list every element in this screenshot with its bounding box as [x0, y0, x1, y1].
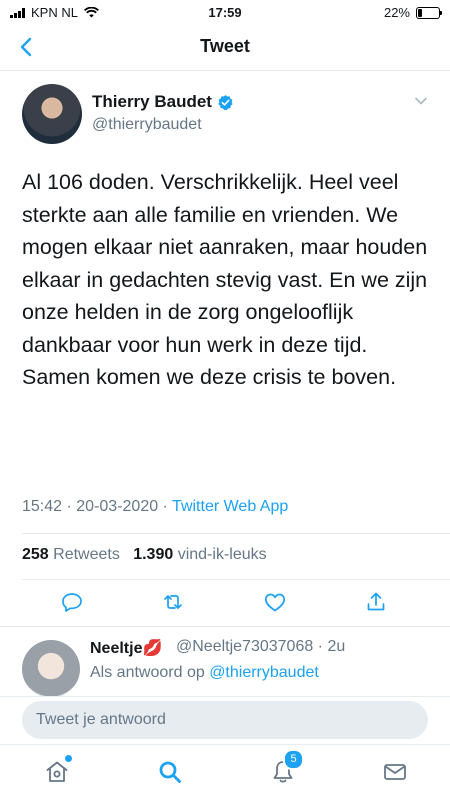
tweet-text: Al 106 doden. Verschrikkelijk. Heel veel…	[22, 170, 428, 389]
navigation-bar: Tweet	[0, 26, 450, 71]
home-icon	[46, 761, 68, 782]
author-avatar[interactable]	[22, 84, 82, 144]
clock: 17:59	[208, 5, 242, 20]
author-handle[interactable]: @thierrybaudet	[92, 116, 202, 134]
lips-emoji-icon: 💋	[142, 640, 163, 657]
reply-handle-row: @Neeltje73037068 · 2u	[176, 638, 345, 656]
meta-separator: ·	[62, 498, 77, 515]
tweet-time: 15:42	[22, 498, 63, 515]
reply-composer: Tweet je antwoord	[0, 696, 450, 745]
reply-mention-link[interactable]: @thierrybaudet	[209, 664, 319, 681]
battery-fill	[418, 8, 422, 17]
page-title: Tweet	[200, 36, 250, 56]
reply-avatar[interactable]	[22, 640, 80, 698]
status-right: 22%	[383, 5, 442, 20]
author-name-row[interactable]: Thierry Baudet	[92, 92, 234, 112]
reply-age: · 2u	[313, 638, 346, 655]
mail-icon	[384, 764, 406, 780]
likes-count: 1.390	[133, 546, 174, 563]
tweet-actions	[0, 590, 450, 620]
meta-separator: ·	[158, 498, 173, 515]
tab-messages[interactable]	[382, 759, 408, 785]
author-name: Thierry Baudet	[92, 92, 212, 111]
reply-handle: @Neeltje73037068	[176, 638, 314, 655]
reply-context-prefix: Als antwoord op	[90, 664, 210, 681]
tab-search[interactable]	[157, 759, 183, 785]
tweet-author: Thierry Baudet @thierrybaudet	[22, 84, 428, 148]
verified-badge-icon	[218, 94, 233, 110]
notifications-badge: 5	[283, 749, 304, 770]
home-unread-dot	[65, 755, 72, 762]
share-icon	[367, 592, 385, 611]
tweet-date: 20-03-2020	[76, 498, 159, 515]
tweet-source-link[interactable]: Twitter Web App	[172, 498, 288, 515]
divider	[0, 626, 450, 627]
tab-home[interactable]	[44, 755, 72, 785]
battery-percent: 22%	[383, 5, 410, 20]
search-icon	[159, 761, 181, 783]
reply-icon	[62, 593, 82, 612]
reply-button[interactable]	[60, 590, 84, 614]
likes-label: vind-ik-leuks	[177, 546, 267, 563]
divider	[22, 533, 450, 534]
status-bar: KPN NL 17:59 22%	[0, 0, 450, 26]
reply-input[interactable]: Tweet je antwoord	[22, 701, 428, 739]
tab-bar: 5	[0, 744, 450, 801]
tab-notifications[interactable]: 5	[270, 749, 304, 785]
reply-context: Als antwoord op @thierrybaudet	[90, 664, 319, 682]
battery-icon	[416, 6, 442, 19]
reply-author-name[interactable]: Neeltje💋	[90, 638, 162, 658]
divider	[22, 579, 450, 580]
chevron-down-icon[interactable]	[414, 94, 428, 108]
like-icon	[264, 593, 286, 612]
retweets-label: Retweets	[53, 546, 120, 563]
reply-author-text: Neeltje	[90, 640, 143, 657]
like-button[interactable]	[263, 590, 287, 614]
tweet-stats[interactable]: 258 Retweets 1.390 vind-ik-leuks	[22, 546, 267, 564]
share-button[interactable]	[364, 590, 388, 614]
tweet-meta: 15:42 · 20-03-2020 · Twitter Web App	[22, 498, 288, 516]
retweet-icon	[164, 595, 182, 609]
retweets-count: 258	[22, 546, 49, 563]
reply-tweet[interactable]: Neeltje💋 @Neeltje73037068 · 2u Als antwo…	[22, 636, 432, 698]
retweet-button[interactable]	[161, 590, 185, 614]
